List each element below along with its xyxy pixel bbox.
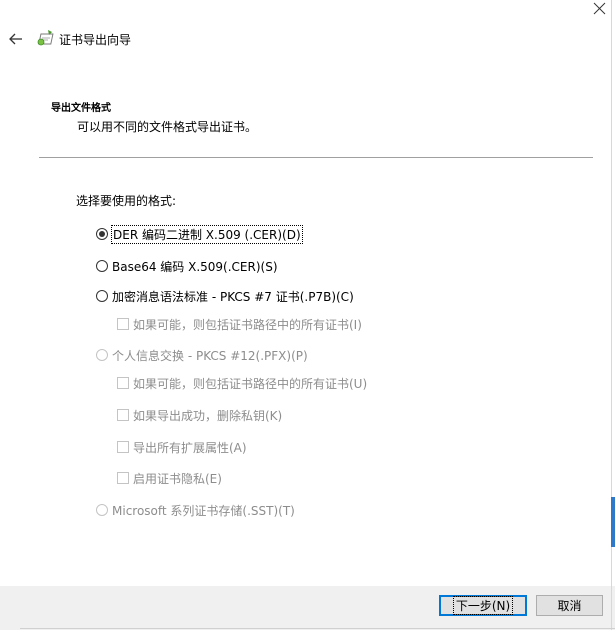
checkbox[interactable] [117, 441, 129, 453]
option-export-extended-properties-checkbox[interactable]: 导出所有扩展属性(A) [117, 439, 247, 455]
option-enable-privacy-checkbox[interactable]: 启用证书隐私(E) [117, 470, 222, 486]
close-icon[interactable] [590, 2, 610, 16]
checkbox[interactable] [117, 409, 129, 421]
section-description: 可以用不同的文件格式导出证书。 [77, 120, 258, 134]
wizard-title: 证书导出向导 [59, 33, 132, 47]
next-button-label: 下一步(N) [452, 596, 514, 615]
radio-button[interactable] [96, 504, 108, 516]
next-button[interactable]: 下一步(N) [439, 595, 527, 616]
option-sst-radio[interactable]: Microsoft 系列证书存储(.SST)(T) [96, 502, 295, 518]
option-label: 启用证书隐私(E) [133, 471, 222, 486]
option-pkcs12-radio[interactable]: 个人信息交换 - PKCS #12(.PFX)(P) [96, 347, 308, 363]
option-label: 如果导出成功，删除私钥(K) [133, 408, 283, 423]
option-label: 个人信息交换 - PKCS #12(.PFX)(P) [112, 348, 308, 363]
option-label: Microsoft 系列证书存储(.SST)(T) [112, 503, 295, 518]
option-base64-radio[interactable]: Base64 编码 X.509(.CER)(S) [96, 258, 278, 274]
option-label: DER 编码二进制 X.509 (.CER)(D) [111, 224, 303, 244]
option-label: Base64 编码 X.509(.CER)(S) [112, 259, 278, 274]
option-delete-private-key-checkbox[interactable]: 如果导出成功，删除私钥(K) [117, 407, 282, 423]
checkbox[interactable] [117, 472, 129, 484]
option-pkcs7-include-all-checkbox[interactable]: 如果可能，则包括证书路径中的所有证书(I) [117, 316, 362, 332]
option-pkcs7-radio[interactable]: 加密消息语法标准 - PKCS #7 证书(.P7B)(C) [96, 288, 354, 304]
certificate-wizard-icon [37, 30, 54, 46]
back-arrow-icon[interactable] [8, 31, 24, 47]
option-label: 加密消息语法标准 - PKCS #7 证书(.P7B)(C) [112, 289, 354, 304]
option-pkcs12-include-all-checkbox[interactable]: 如果可能，则包括证书路径中的所有证书(U) [117, 375, 367, 391]
cancel-button-label: 取消 [557, 599, 582, 613]
window-bottom-edge [20, 628, 615, 629]
radio-button[interactable] [96, 228, 108, 240]
option-label: 导出所有扩展属性(A) [133, 440, 247, 455]
option-label: 如果可能，则包括证书路径中的所有证书(I) [133, 317, 362, 332]
divider [39, 157, 593, 158]
option-der-radio[interactable]: DER 编码二进制 X.509 (.CER)(D) [96, 224, 303, 244]
edge-accent [611, 497, 615, 547]
section-title: 导出文件格式 [51, 103, 111, 114]
radio-button[interactable] [96, 349, 108, 361]
radio-button[interactable] [96, 290, 108, 302]
checkbox[interactable] [117, 377, 129, 389]
radio-button[interactable] [96, 260, 108, 272]
format-prompt: 选择要使用的格式: [76, 194, 177, 208]
cancel-button[interactable]: 取消 [536, 595, 603, 616]
checkbox[interactable] [117, 318, 129, 330]
option-label: 如果可能，则包括证书路径中的所有证书(U) [133, 376, 368, 391]
